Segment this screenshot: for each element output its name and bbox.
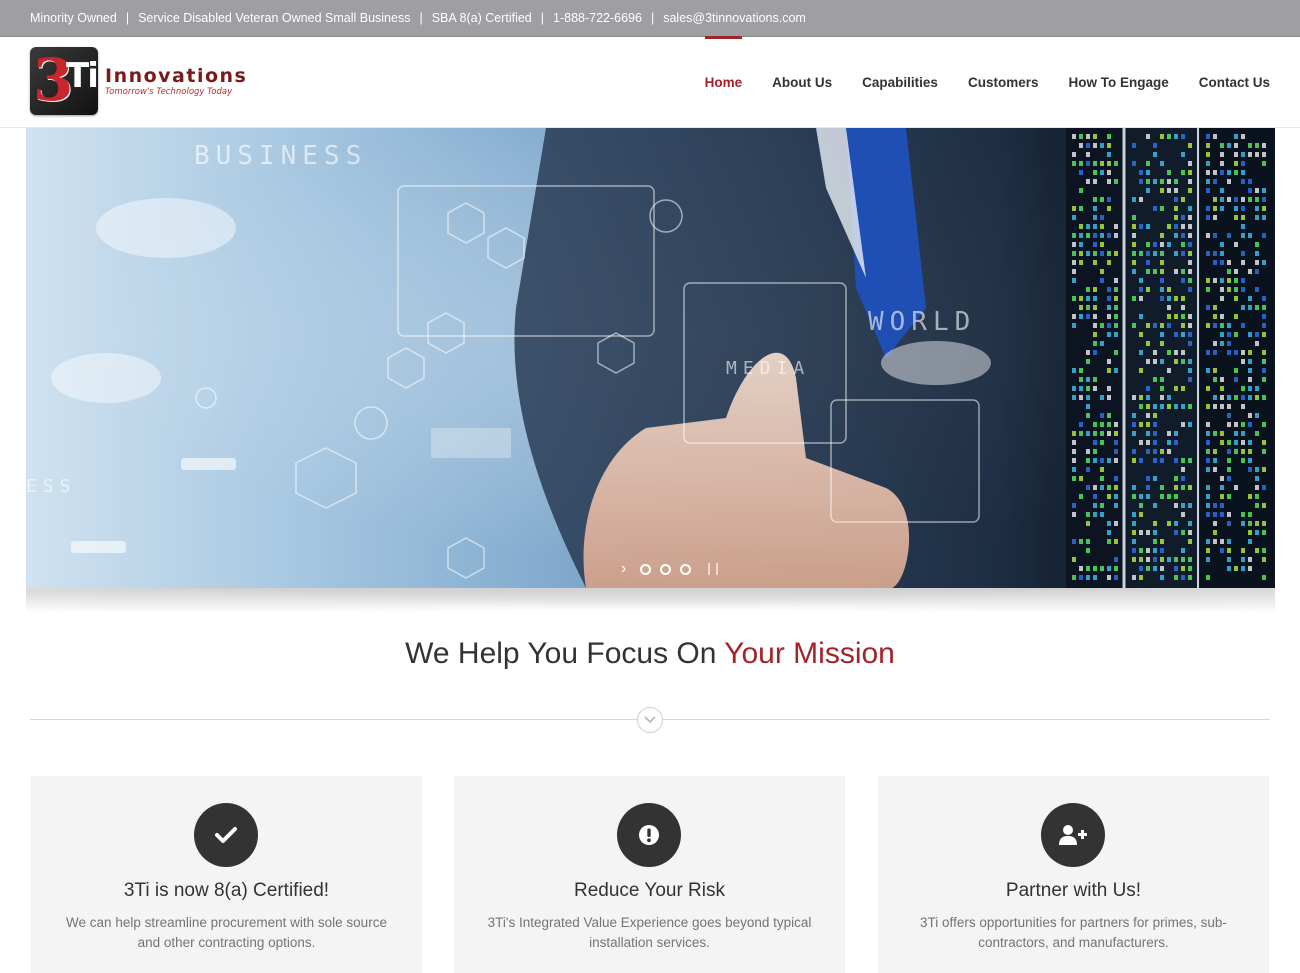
nav-about-us[interactable]: About Us [772, 37, 832, 128]
slide-label-business: BUSINESS [194, 141, 367, 171]
site-logo[interactable]: 3 Ti Innovations Tomorrow's Technology T… [30, 47, 247, 115]
nav-contact-us[interactable]: Contact Us [1199, 37, 1270, 128]
slider-dot-1[interactable] [640, 563, 652, 575]
top-info-bar: Minority Owned | Service Disabled Vetera… [0, 0, 1300, 37]
slide-label-ess: ESS [26, 476, 77, 497]
topbar-separator: | [540, 11, 544, 25]
topbar-separator: | [419, 11, 423, 25]
feature-card-reduce-risk: Reduce Your Risk 3Ti's Integrated Value … [454, 776, 845, 973]
site-header: 3 Ti Innovations Tomorrow's Technology T… [0, 36, 1300, 128]
slider-pause-icon[interactable] [708, 563, 719, 575]
feature-card-partner: Partner with Us! 3Ti offers opportunitie… [878, 776, 1269, 973]
topbar-sba: SBA 8(a) Certified [431, 11, 532, 25]
slider-shadow [26, 588, 1275, 618]
exclamation-icon [617, 803, 681, 867]
check-icon [194, 803, 258, 867]
topbar-email-link[interactable]: sales@3tinnovations.com [663, 11, 806, 25]
mission-heading-lead: We Help You Focus On [405, 637, 725, 670]
main-nav: Home About Us Capabilities Customers How… [675, 36, 1270, 128]
logo-name: Innovations [105, 64, 248, 87]
slider-dot-2[interactable] [660, 563, 672, 575]
slide-label-media: MEDIA [726, 358, 810, 379]
slider-dot-3[interactable] [680, 563, 692, 575]
hero-slide-image: BUSINESS WORLD MEDIA ESS [26, 128, 1275, 588]
nav-home[interactable]: Home [704, 36, 742, 128]
mission-heading: We Help You Focus On Your Mission [0, 637, 1300, 671]
card-text: 3Ti offers opportunities for partners fo… [920, 915, 1227, 950]
logo-tagline: Tomorrow's Technology Today [105, 86, 233, 97]
logo-mark: 3 Ti [30, 47, 98, 115]
card-text: We can help streamline procurement with … [66, 915, 387, 950]
slider-next-arrow-icon[interactable]: › [621, 560, 626, 578]
slider-controls: › [621, 560, 719, 578]
card-title: Reduce Your Risk [573, 880, 726, 901]
hero-slider[interactable]: BUSINESS WORLD MEDIA ESS › [26, 128, 1275, 588]
card-title: 3Ti is now 8(a) Certified! [123, 880, 330, 901]
card-title: Partner with Us! [1005, 880, 1142, 901]
nav-how-to-engage[interactable]: How To Engage [1068, 37, 1168, 128]
feature-card-certified: 3Ti is now 8(a) Certified! We can help s… [31, 776, 422, 973]
topbar-separator: | [125, 11, 130, 25]
topbar-sdvosb: Service Disabled Veteran Owned Small Bus… [138, 11, 411, 25]
user-plus-icon [1041, 803, 1105, 867]
topbar-phone-link[interactable]: 1-888-722-6696 [553, 11, 642, 25]
slide-label-world: WORLD [868, 307, 976, 337]
card-text: 3Ti's Integrated Value Experience goes b… [487, 915, 812, 950]
nav-capabilities[interactable]: Capabilities [862, 37, 938, 128]
nav-customers[interactable]: Customers [968, 37, 1039, 128]
topbar-separator: | [650, 11, 655, 25]
mission-heading-accent: Your Mission [724, 637, 895, 670]
chevron-down-icon[interactable] [637, 707, 663, 733]
topbar-minority: Minority Owned [30, 11, 117, 25]
